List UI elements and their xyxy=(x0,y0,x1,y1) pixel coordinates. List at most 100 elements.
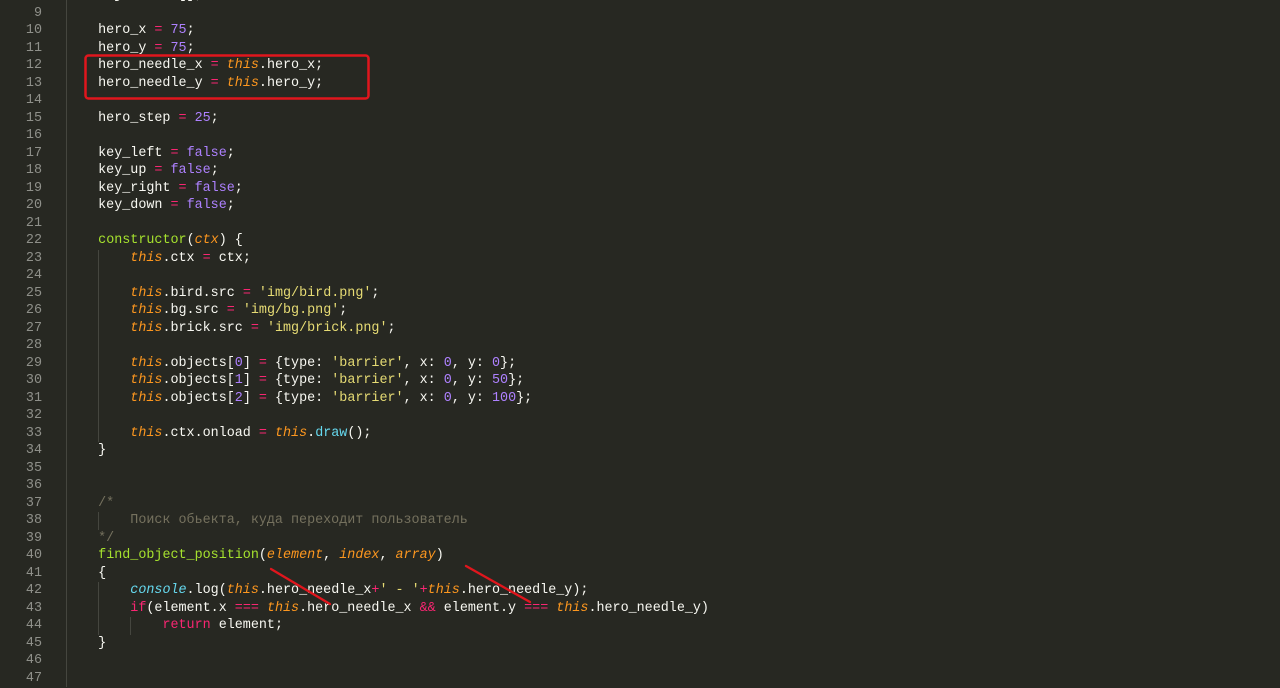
code-line[interactable]: 9 xyxy=(0,4,1280,22)
code-editor[interactable]: 8 objects = [];910 hero_x = 75;11 hero_y… xyxy=(0,0,1280,688)
code-line[interactable]: 15 hero_step = 25; xyxy=(0,109,1280,127)
code-token: this xyxy=(130,250,163,266)
code-line[interactable]: 14 xyxy=(0,92,1280,110)
indent-guide xyxy=(98,599,100,617)
code-token: .objects[ xyxy=(162,373,235,388)
code-line[interactable]: 38 Поиск обьекта, куда переходит пользов… xyxy=(0,512,1280,530)
code-token: { xyxy=(66,565,107,581)
code-line[interactable]: 46 xyxy=(0,652,1280,670)
code-line[interactable]: 43 if(element.x === this.hero_needle_x &… xyxy=(0,599,1280,617)
code-line[interactable]: 24 xyxy=(0,267,1280,285)
code-token: 75 xyxy=(170,40,187,56)
code-token: = xyxy=(258,373,267,388)
code-token: 'img/bird.png' xyxy=(258,285,372,301)
code-line[interactable]: 44 return element; xyxy=(0,617,1280,635)
indent-guide xyxy=(66,389,67,407)
code-line[interactable]: 30 this.objects[1] = {type: 'barrier', x… xyxy=(0,372,1280,390)
code-text: this.objects[2] = {type: 'barrier', x: 0… xyxy=(66,389,1280,407)
line-number: 42 xyxy=(25,583,42,598)
indent-guide xyxy=(98,424,100,442)
code-line[interactable]: 33 this.ctx.onload = this.draw(); xyxy=(0,424,1280,442)
code-token: .hero_needle_x xyxy=(299,600,420,616)
code-token: } xyxy=(66,443,107,458)
code-token: this xyxy=(130,425,163,441)
code-token: 1 xyxy=(234,373,243,388)
code-token: ' - ' xyxy=(379,583,420,598)
code-line[interactable]: 32 xyxy=(0,407,1280,425)
code-token: find_object_position xyxy=(98,548,259,563)
code-line[interactable]: 26 this.bg.src = 'img/bg.png'; xyxy=(0,302,1280,320)
code-line[interactable]: 41 { xyxy=(0,564,1280,582)
code-token: key_right xyxy=(66,180,179,196)
line-number: 23 xyxy=(25,250,42,266)
line-number: 35 xyxy=(25,460,42,476)
code-line[interactable]: 39 */ xyxy=(0,529,1280,547)
code-line[interactable]: 31 this.objects[2] = {type: 'barrier', x… xyxy=(0,389,1280,407)
code-line[interactable]: 11 hero_y = 75; xyxy=(0,39,1280,57)
code-line[interactable]: 19 key_right = false; xyxy=(0,179,1280,197)
code-token: ; xyxy=(371,285,380,301)
code-line[interactable]: 27 this.brick.src = 'img/brick.png'; xyxy=(0,319,1280,337)
code-text: hero_x = 75; xyxy=(66,22,1280,40)
code-token: return xyxy=(162,618,211,633)
code-token: this xyxy=(266,600,300,616)
code-line[interactable]: 20 key_down = false; xyxy=(0,197,1280,215)
code-text: constructor(ctx) { xyxy=(66,232,1280,250)
code-line[interactable]: 40 find_object_position(element, index, … xyxy=(0,547,1280,565)
code-line[interactable]: 25 this.bird.src = 'img/bird.png'; xyxy=(0,284,1280,302)
code-token: .hero_needle_y) xyxy=(588,600,709,616)
code-token: ; xyxy=(226,198,235,213)
code-line[interactable]: 10 hero_x = 75; xyxy=(0,22,1280,40)
indent-guide xyxy=(66,127,67,145)
indent-guide xyxy=(98,284,100,302)
code-token: = xyxy=(202,250,211,266)
code-token: = xyxy=(258,355,267,371)
code-token: this xyxy=(226,75,259,91)
code-token: key_up xyxy=(66,163,155,178)
code-line[interactable]: 42 console.log(this.hero_needle_x+' - '+… xyxy=(0,582,1280,600)
indent-guide xyxy=(66,617,67,635)
code-token: hero_needle_x xyxy=(66,58,211,73)
code-line[interactable]: 45 } xyxy=(0,634,1280,652)
code-token: .hero_x; xyxy=(258,58,324,73)
code-line[interactable]: 17 key_left = false; xyxy=(0,144,1280,162)
code-line[interactable]: 37 /* xyxy=(0,494,1280,512)
line-number: 11 xyxy=(25,40,42,56)
code-token: ; xyxy=(234,180,243,196)
code-line[interactable]: 47 xyxy=(0,669,1280,687)
indent-guide xyxy=(66,197,67,215)
indent-guide xyxy=(66,249,67,267)
indent-guide xyxy=(66,162,67,180)
indent-guide xyxy=(98,319,100,337)
code-token: = xyxy=(210,75,219,91)
code-line[interactable]: 23 this.ctx = ctx; xyxy=(0,249,1280,267)
code-token: .objects[ xyxy=(162,390,235,406)
code-line[interactable]: 34 } xyxy=(0,442,1280,460)
code-line[interactable]: 21 xyxy=(0,214,1280,232)
code-token: ctx xyxy=(194,233,219,248)
code-token: ; xyxy=(226,145,235,161)
code-line[interactable]: 12 hero_needle_x = this.hero_x; xyxy=(0,57,1280,75)
code-line[interactable]: 35 xyxy=(0,459,1280,477)
code-line[interactable]: 36 xyxy=(0,477,1280,495)
code-lines: 8 objects = [];910 hero_x = 75;11 hero_y… xyxy=(0,0,1280,687)
code-line[interactable]: 22 constructor(ctx) { xyxy=(0,232,1280,250)
code-line[interactable]: 16 xyxy=(0,127,1280,145)
indent-guide xyxy=(66,22,67,40)
indent-guide xyxy=(98,267,100,285)
code-text: hero_needle_y = this.hero_y; xyxy=(66,74,1280,92)
code-line[interactable]: 28 xyxy=(0,337,1280,355)
indent-guide xyxy=(66,319,67,337)
code-token: , x: xyxy=(403,355,444,371)
code-token: .ctx.onload xyxy=(162,425,259,441)
code-line[interactable]: 18 key_up = false; xyxy=(0,162,1280,180)
code-line[interactable]: 13 hero_needle_y = this.hero_y; xyxy=(0,74,1280,92)
code-text: key_left = false; xyxy=(66,144,1280,162)
code-line[interactable]: 29 this.objects[0] = {type: 'barrier', x… xyxy=(0,354,1280,372)
line-number: 34 xyxy=(25,443,42,458)
code-token: = xyxy=(178,110,187,126)
code-token: this xyxy=(130,373,163,388)
code-text xyxy=(66,407,1280,425)
